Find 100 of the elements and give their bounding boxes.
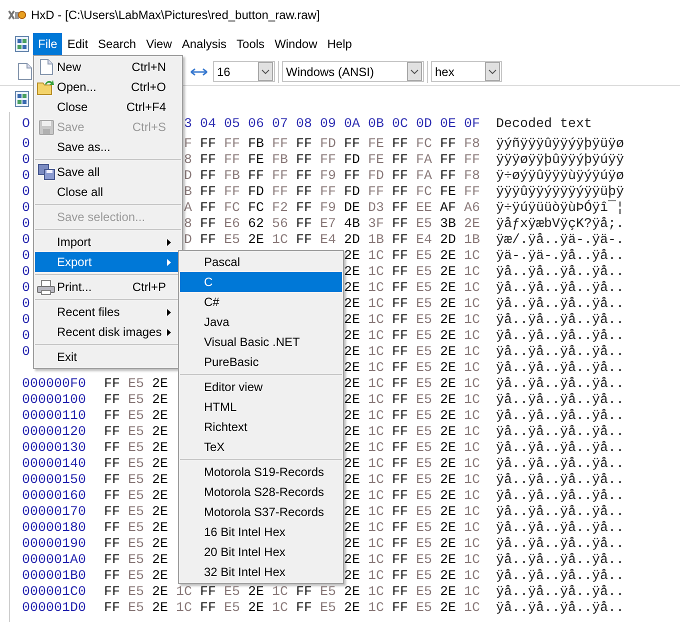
- menu-item[interactable]: Visual Basic .NET: [180, 332, 342, 352]
- bytes-per-row-dropdown[interactable]: 16: [213, 61, 275, 82]
- hex-byte: 1C: [368, 441, 384, 456]
- hex-byte: 2E: [344, 345, 360, 360]
- menu-bar-item[interactable]: Search: [93, 33, 142, 55]
- menu-item[interactable]: Editor view: [180, 377, 342, 397]
- decoded-text: ÿå..ÿå..ÿå..ÿå..: [496, 329, 624, 344]
- menu-item[interactable]: C#: [180, 292, 342, 312]
- menu-item[interactable]: New Ctrl+N: [35, 57, 181, 77]
- hex-byte: FF: [200, 233, 216, 248]
- menu-item[interactable]: Close all: [35, 182, 181, 202]
- hex-byte: E5: [128, 457, 144, 472]
- hex-byte: 2E: [344, 393, 360, 408]
- hex-byte: 1C: [464, 377, 480, 392]
- hex-byte: FF: [392, 473, 408, 488]
- hex-byte: 1C: [464, 441, 480, 456]
- menu-item[interactable]: 32 Bit Intel Hex: [180, 562, 342, 582]
- menu-item[interactable]: Java: [180, 312, 342, 332]
- menu-bar-item[interactable]: Tools: [232, 33, 270, 55]
- hex-byte: 2E: [344, 553, 360, 568]
- hex-byte: FF: [104, 425, 120, 440]
- hex-byte: 2E: [248, 585, 264, 600]
- menu-item[interactable]: 16 Bit Intel Hex: [180, 522, 342, 542]
- hex-byte: 1C: [464, 457, 480, 472]
- menu-item[interactable]: C: [180, 272, 342, 292]
- menu-item[interactable]: Close Ctrl+F4: [35, 97, 181, 117]
- menu-item[interactable]: Motorola S28-Records: [180, 482, 342, 502]
- submenu-arrow-icon: [167, 239, 171, 246]
- hex-byte: 8: [184, 153, 192, 168]
- offset-label: 0: [22, 137, 30, 152]
- width-icon[interactable]: [190, 66, 208, 76]
- hex-byte: 2E: [344, 585, 360, 600]
- hex-byte: E5: [416, 601, 432, 616]
- hex-byte: 1C: [464, 249, 480, 264]
- hex-byte: FD: [368, 169, 384, 184]
- menu-item[interactable]: TeX: [180, 437, 342, 457]
- hex-byte: E5: [416, 329, 432, 344]
- menu-bar-item[interactable]: Window: [270, 33, 322, 55]
- menu-item[interactable]: Recent disk images: [35, 322, 181, 342]
- hex-byte: 2E: [152, 569, 168, 584]
- menu-item[interactable]: HTML: [180, 397, 342, 417]
- menu-item[interactable]: Richtext: [180, 417, 342, 437]
- hex-byte: E5: [416, 377, 432, 392]
- hex-byte: FF: [296, 201, 312, 216]
- menu-item[interactable]: Import: [35, 232, 181, 252]
- hex-byte: FF: [392, 409, 408, 424]
- offset-label: 0: [22, 329, 30, 344]
- hex-byte: FF: [392, 185, 408, 200]
- menu-item[interactable]: Motorola S19-Records: [180, 462, 342, 482]
- hex-byte: FF: [392, 537, 408, 552]
- hex-byte: 1C: [368, 329, 384, 344]
- offset-base-dropdown[interactable]: hex: [431, 61, 502, 82]
- hex-byte: FF: [296, 169, 312, 184]
- menu-bar-item[interactable]: Edit: [62, 33, 94, 55]
- hex-byte: 2E: [440, 569, 456, 584]
- decoded-text: ÿå..ÿå..ÿå..ÿå..: [496, 553, 624, 568]
- menu-item[interactable]: Recent files: [35, 302, 181, 322]
- hex-byte: FF: [392, 361, 408, 376]
- menu-item[interactable]: Pascal: [180, 252, 342, 272]
- offset-label: 00000170: [22, 505, 86, 520]
- folder-icon: [37, 79, 55, 95]
- hex-byte: E5: [416, 361, 432, 376]
- menu-bar-item[interactable]: Analysis: [176, 33, 232, 55]
- menu-item[interactable]: Exit: [35, 347, 181, 367]
- hex-byte: 1C: [368, 345, 384, 360]
- hex-byte: 2E: [152, 585, 168, 600]
- menu-item[interactable]: Open... Ctrl+O: [35, 77, 181, 97]
- menu-item[interactable]: 20 Bit Intel Hex: [180, 542, 342, 562]
- new-file-icon[interactable]: [18, 63, 32, 80]
- hex-byte: FA: [416, 169, 432, 184]
- decoded-text: ÿå..ÿå..ÿå..ÿå..: [496, 473, 624, 488]
- hex-document-icon[interactable]: [15, 91, 29, 107]
- hex-byte: 1C: [368, 537, 384, 552]
- menu-item[interactable]: Export: [35, 252, 181, 272]
- hex-byte: 1C: [368, 473, 384, 488]
- hex-byte: 1C: [368, 377, 384, 392]
- menu-bar-item[interactable]: Help: [322, 33, 357, 55]
- hex-byte: 1C: [464, 361, 480, 376]
- menu-bar-item[interactable]: File: [33, 33, 62, 55]
- menu-bar-item[interactable]: View: [141, 33, 177, 55]
- charset-dropdown[interactable]: Windows (ANSI): [282, 61, 424, 82]
- menu-item[interactable]: Save as...: [35, 137, 181, 157]
- hex-byte: 1C: [464, 521, 480, 536]
- hex-byte: E5: [416, 297, 432, 312]
- offset-label: 000000F0: [22, 377, 86, 392]
- hex-byte: FF: [104, 393, 120, 408]
- hex-document-icon[interactable]: [15, 36, 29, 52]
- hex-byte: FF: [104, 377, 120, 392]
- menu-item[interactable]: Print... Ctrl+P: [35, 277, 181, 297]
- hex-byte: FC: [224, 201, 240, 216]
- hex-byte: D: [184, 169, 192, 184]
- menu-item[interactable]: Motorola S37-Records: [180, 502, 342, 522]
- menu-item[interactable]: PureBasic: [180, 352, 342, 372]
- hex-byte: FF: [392, 521, 408, 536]
- menu-item[interactable]: Save all: [35, 162, 181, 182]
- hex-byte: 2E: [344, 473, 360, 488]
- hex-byte: E5: [224, 233, 240, 248]
- hex-byte: 2E: [440, 409, 456, 424]
- column-header: 09: [320, 117, 336, 132]
- hex-byte: FE: [368, 153, 384, 168]
